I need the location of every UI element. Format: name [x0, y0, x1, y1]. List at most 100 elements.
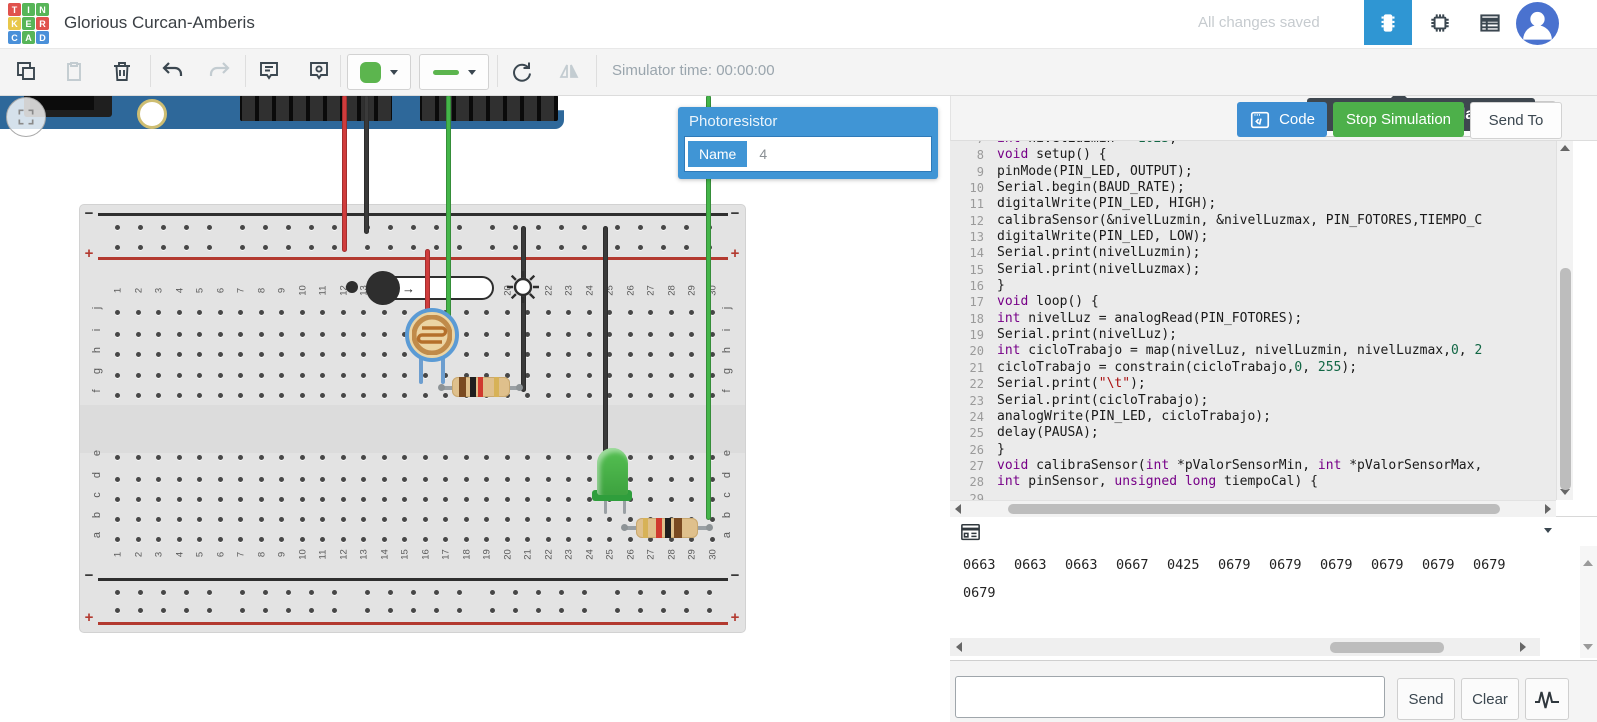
- breadboard-hole[interactable]: [259, 310, 264, 315]
- breadboard-hole[interactable]: [513, 590, 518, 595]
- breadboard-hole[interactable]: [218, 477, 223, 482]
- breadboard-hole[interactable]: [320, 537, 325, 542]
- breadboard-hole[interactable]: [505, 517, 510, 522]
- breadboard-hole[interactable]: [648, 455, 653, 460]
- breadboard-hole[interactable]: [388, 245, 393, 250]
- breadboard-hole[interactable]: [320, 477, 325, 482]
- breadboard-hole[interactable]: [484, 517, 489, 522]
- breadboard-hole[interactable]: [218, 332, 223, 337]
- arduino-pin-header-digital[interactable]: [240, 95, 392, 121]
- serial-input[interactable]: [955, 676, 1385, 718]
- breadboard-hole[interactable]: [115, 310, 120, 315]
- breadboard-hole[interactable]: [341, 537, 346, 542]
- breadboard-hole[interactable]: [684, 225, 689, 230]
- breadboard-hole[interactable]: [443, 393, 448, 398]
- breadboard-hole[interactable]: [197, 332, 202, 337]
- breadboard-hole[interactable]: [513, 245, 518, 250]
- breadboard-hole[interactable]: [136, 455, 141, 460]
- breadboard-hole[interactable]: [669, 332, 674, 337]
- breadboard-hole[interactable]: [332, 225, 337, 230]
- breadboard-hole[interactable]: [218, 455, 223, 460]
- breadboard-hole[interactable]: [240, 245, 245, 250]
- breadboard-hole[interactable]: [566, 310, 571, 315]
- breadboard-hole[interactable]: [238, 477, 243, 482]
- breadboard-hole[interactable]: [648, 373, 653, 378]
- component-color-dropdown[interactable]: [347, 54, 411, 90]
- breadboard-hole[interactable]: [341, 393, 346, 398]
- breadboard-hole[interactable]: [423, 455, 428, 460]
- breadboard-hole[interactable]: [238, 393, 243, 398]
- breadboard-hole[interactable]: [309, 245, 314, 250]
- breadboard-hole[interactable]: [684, 245, 689, 250]
- code-line[interactable]: 21cicloTrabajo = constrain(cicloTrabajo,…: [950, 360, 1482, 376]
- breadboard-hole[interactable]: [177, 497, 182, 502]
- breadboard-hole[interactable]: [361, 537, 366, 542]
- wire-5v-red[interactable]: [342, 95, 347, 252]
- code-line[interactable]: 27void calibraSensor(int *pValorSensorMi…: [950, 458, 1482, 474]
- breadboard-hole[interactable]: [218, 352, 223, 357]
- breadboard-hole[interactable]: [240, 608, 245, 613]
- breadboard-hole[interactable]: [525, 537, 530, 542]
- breadboard-hole[interactable]: [525, 393, 530, 398]
- breadboard-hole[interactable]: [505, 332, 510, 337]
- code-line[interactable]: 28int pinSensor, unsigned long tiempoCal…: [950, 474, 1482, 490]
- breadboard-hole[interactable]: [443, 517, 448, 522]
- breadboard-hole[interactable]: [566, 373, 571, 378]
- breadboard-hole[interactable]: [689, 332, 694, 337]
- breadboard-hole[interactable]: [513, 225, 518, 230]
- breadboard-hole[interactable]: [156, 497, 161, 502]
- breadboard-hole[interactable]: [615, 245, 620, 250]
- breadboard-hole[interactable]: [423, 537, 428, 542]
- breadboard-hole[interactable]: [279, 352, 284, 357]
- code-line[interactable]: 24analogWrite(PIN_LED, cicloTrabajo);: [950, 409, 1482, 425]
- breadboard-hole[interactable]: [115, 332, 120, 337]
- breadboard-hole[interactable]: [279, 393, 284, 398]
- led-green[interactable]: [597, 448, 628, 495]
- breadboard-hole[interactable]: [263, 245, 268, 250]
- breadboard-hole[interactable]: [341, 373, 346, 378]
- breadboard-hole[interactable]: [536, 245, 541, 250]
- code-line[interactable]: 29: [950, 491, 1482, 500]
- breadboard-hole[interactable]: [689, 310, 694, 315]
- breadboard-hole[interactable]: [300, 393, 305, 398]
- breadboard-hole[interactable]: [638, 608, 643, 613]
- stop-simulation-button[interactable]: Stop Simulation: [1333, 102, 1464, 137]
- breadboard-hole[interactable]: [197, 373, 202, 378]
- breadboard-hole[interactable]: [320, 332, 325, 337]
- breadboard-hole[interactable]: [628, 455, 633, 460]
- breadboard-hole[interactable]: [525, 477, 530, 482]
- breadboard-hole[interactable]: [136, 310, 141, 315]
- breadboard-hole[interactable]: [177, 537, 182, 542]
- breadboard-hole[interactable]: [434, 245, 439, 250]
- breadboard-hole[interactable]: [382, 373, 387, 378]
- breadboard-hole[interactable]: [361, 352, 366, 357]
- schematic-view-button[interactable]: [1416, 0, 1464, 45]
- breadboard-hole[interactable]: [218, 373, 223, 378]
- breadboard-hole[interactable]: [361, 393, 366, 398]
- breadboard-hole[interactable]: [197, 352, 202, 357]
- breadboard-hole[interactable]: [536, 225, 541, 230]
- paste-button[interactable]: [56, 53, 92, 89]
- breadboard-hole[interactable]: [661, 225, 666, 230]
- breadboard-hole[interactable]: [689, 393, 694, 398]
- breadboard-hole[interactable]: [286, 225, 291, 230]
- breadboard-hole[interactable]: [240, 225, 245, 230]
- breadboard-hole[interactable]: [582, 590, 587, 595]
- wire-type-dropdown[interactable]: [419, 54, 489, 90]
- breadboard-hole[interactable]: [505, 477, 510, 482]
- breadboard-hole[interactable]: [484, 332, 489, 337]
- breadboard-hole[interactable]: [638, 225, 643, 230]
- breadboard-hole[interactable]: [361, 332, 366, 337]
- code-line[interactable]: 8void setup() {: [950, 147, 1482, 163]
- breadboard-hole[interactable]: [136, 497, 141, 502]
- code-line[interactable]: 14Serial.print(nivelLuzmin);: [950, 245, 1482, 261]
- breadboard-hole[interactable]: [464, 352, 469, 357]
- breadboard-hole[interactable]: [341, 310, 346, 315]
- caret-down-icon[interactable]: [1544, 528, 1552, 533]
- breadboard-hole[interactable]: [361, 517, 366, 522]
- breadboard-hole[interactable]: [286, 608, 291, 613]
- breadboard-hole[interactable]: [587, 477, 592, 482]
- breadboard-hole[interactable]: [320, 517, 325, 522]
- breadboard-hole[interactable]: [402, 537, 407, 542]
- breadboard-hole[interactable]: [365, 590, 370, 595]
